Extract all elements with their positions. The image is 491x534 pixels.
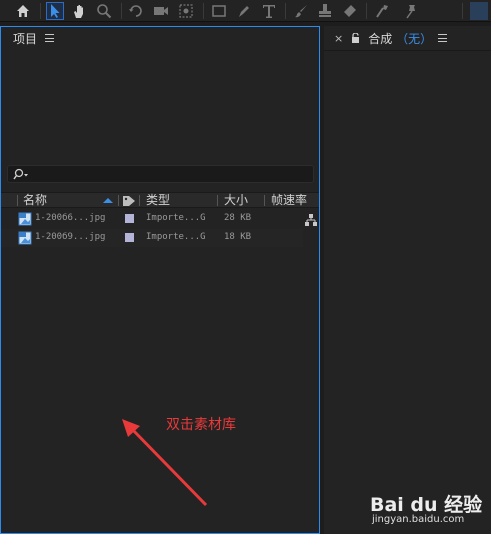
project-panel-title[interactable]: 项目 bbox=[13, 30, 37, 47]
flowchart-icon[interactable] bbox=[305, 214, 317, 226]
image-file-icon bbox=[18, 212, 32, 226]
column-framerate[interactable]: 帧速率 bbox=[271, 193, 307, 208]
sort-ascending-icon[interactable] bbox=[103, 198, 113, 203]
label-swatch[interactable] bbox=[125, 233, 134, 242]
after-effects-window: 项目 名称 类型 大小 帧速率 1-200б6...jpg Importe...… bbox=[0, 0, 491, 534]
file-name: 1-200б9...jpg bbox=[35, 232, 106, 242]
pen-tool-icon[interactable] bbox=[235, 2, 253, 20]
composition-title-value: （无） bbox=[396, 31, 433, 46]
panel-menu-icon[interactable] bbox=[438, 34, 448, 42]
selection-tool-icon[interactable] bbox=[46, 2, 64, 20]
column-name[interactable]: 名称 bbox=[23, 193, 47, 208]
type-tool-icon[interactable] bbox=[260, 2, 278, 20]
eraser-tool-icon[interactable] bbox=[341, 2, 359, 20]
file-size: 18 KB bbox=[224, 232, 252, 242]
brush-tool-icon[interactable] bbox=[292, 2, 310, 20]
table-row[interactable]: 1-200б6...jpg Importe...G 28 KB bbox=[1, 210, 303, 228]
tools-toolbar bbox=[0, 0, 491, 22]
file-name: 1-200б6...jpg bbox=[35, 213, 106, 223]
composition-panel: × 合成 （无） bbox=[324, 26, 491, 534]
search-input[interactable] bbox=[32, 167, 307, 181]
file-type: Importe...G bbox=[146, 213, 206, 223]
column-type[interactable]: 类型 bbox=[146, 193, 170, 208]
snapping-icon[interactable] bbox=[470, 2, 488, 20]
label-swatch[interactable] bbox=[125, 214, 134, 223]
project-panel: 项目 名称 类型 大小 帧速率 1-200б6...jpg Importe...… bbox=[0, 26, 320, 534]
home-icon[interactable] bbox=[14, 2, 32, 20]
annotation-arrow-icon bbox=[122, 419, 208, 507]
hand-tool-icon[interactable] bbox=[70, 2, 88, 20]
file-size: 28 KB bbox=[224, 213, 252, 223]
project-column-header: 名称 类型 大小 帧速率 bbox=[1, 192, 319, 208]
puppet-pin-tool-icon[interactable] bbox=[402, 2, 420, 20]
panel-menu-icon[interactable] bbox=[45, 34, 55, 42]
composition-title[interactable]: 合成 （无） bbox=[368, 30, 432, 47]
lock-icon[interactable] bbox=[351, 33, 360, 43]
pan-behind-tool-icon[interactable] bbox=[177, 2, 195, 20]
baidu-jingyan-watermark: Bai du 经验 jingyan.baidu.com bbox=[370, 490, 490, 530]
project-panel-header: 项目 bbox=[1, 27, 319, 49]
watermark-url: jingyan.baidu.com bbox=[372, 514, 465, 525]
label-tag-icon[interactable] bbox=[122, 195, 136, 207]
composition-panel-header: × 合成 （无） bbox=[324, 26, 491, 51]
roto-brush-tool-icon[interactable] bbox=[373, 2, 391, 20]
table-row[interactable]: 1-200б9...jpg Importe...G 18 KB bbox=[1, 229, 303, 247]
project-search-bar[interactable] bbox=[7, 165, 314, 183]
column-size[interactable]: 大小 bbox=[224, 193, 248, 208]
close-icon[interactable]: × bbox=[334, 32, 343, 45]
clone-stamp-tool-icon[interactable] bbox=[316, 2, 334, 20]
camera-tool-icon[interactable] bbox=[152, 2, 170, 20]
file-type: Importe...G bbox=[146, 232, 206, 242]
composition-title-prefix: 合成 bbox=[368, 31, 393, 46]
rectangle-tool-icon[interactable] bbox=[210, 2, 228, 20]
zoom-tool-icon[interactable] bbox=[95, 2, 113, 20]
image-file-icon bbox=[18, 231, 32, 245]
rotate-tool-icon[interactable] bbox=[127, 2, 145, 20]
watermark-brand: Bai du 经验 bbox=[370, 494, 483, 516]
search-icon[interactable] bbox=[13, 168, 29, 181]
